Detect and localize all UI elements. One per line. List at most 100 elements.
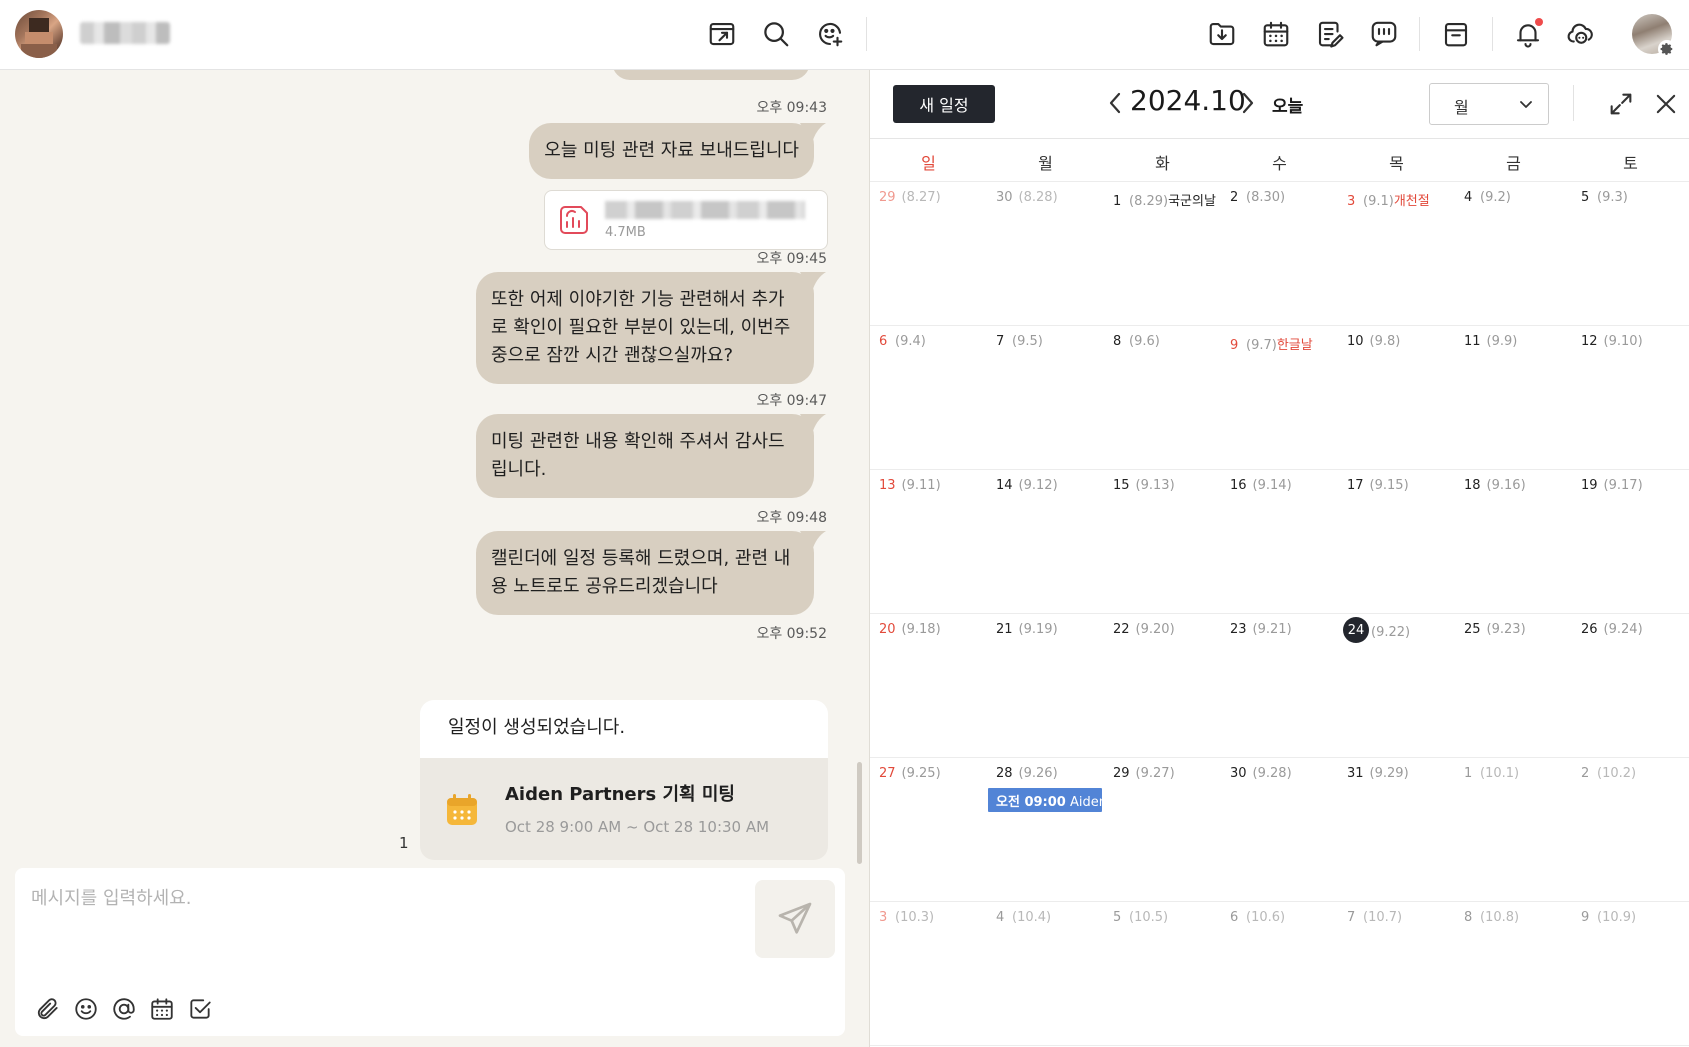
event-created-card[interactable]: 일정이 생성되었습니다. Aiden Partners 기획 미팅 Oct 28…	[420, 700, 828, 860]
settings-gear-icon[interactable]	[1658, 40, 1676, 58]
day-cell[interactable]: 3 (10.3)	[870, 902, 987, 1046]
lunar-date: (9.8)	[1369, 334, 1401, 349]
notification-bell-icon[interactable]	[1510, 16, 1546, 52]
day-cell[interactable]: 16 (9.14)	[1221, 470, 1338, 614]
weekday-label: 일	[921, 154, 936, 173]
note-edit-icon[interactable]	[1312, 16, 1348, 52]
day-cell[interactable]: 14 (9.12)	[987, 470, 1104, 614]
archive-box-icon[interactable]	[1438, 16, 1474, 52]
day-cell[interactable]: 18 (9.16)	[1455, 470, 1572, 614]
file-name-blurred	[605, 201, 805, 219]
date-number: 13	[879, 478, 896, 493]
day-cell[interactable]: 26 (9.24)	[1572, 614, 1689, 758]
message-input[interactable]	[31, 884, 671, 912]
day-cell[interactable]: 6 (9.4)	[870, 326, 987, 470]
message-text: 또한 어제 이야기한 기능 관련해서 추가 로 확인이 필요한 부분이 있는데,…	[491, 289, 791, 366]
chat-partner-avatar[interactable]	[15, 10, 63, 58]
day-cell[interactable]: 30 (8.28)	[987, 182, 1104, 326]
day-cell[interactable]: 7 (9.5)	[987, 326, 1104, 470]
close-icon[interactable]	[1652, 90, 1680, 118]
day-cell[interactable]: 5 (10.5)	[1104, 902, 1221, 1046]
schedule-calendar-icon[interactable]	[147, 994, 177, 1024]
day-cell[interactable]: 5 (9.3)	[1572, 182, 1689, 326]
day-cell[interactable]: 30 (9.28)	[1221, 758, 1338, 902]
day-cell[interactable]: 4 (9.2)	[1455, 182, 1572, 326]
day-cell[interactable]: 31 (9.29)	[1338, 758, 1455, 902]
date-number: 2	[1230, 190, 1239, 205]
message-time: 오후 09:47	[756, 393, 827, 409]
search-icon[interactable]	[758, 16, 794, 52]
day-cell[interactable]: 19 (9.17)	[1572, 470, 1689, 614]
next-month-button[interactable]	[1235, 88, 1261, 118]
today-button[interactable]: 오늘	[1272, 92, 1303, 117]
mention-icon[interactable]	[109, 994, 139, 1024]
chat-scrollbar[interactable]	[857, 762, 862, 864]
cloud-chat-icon[interactable]	[1562, 16, 1598, 52]
day-cell[interactable]: 27 (9.25)	[870, 758, 987, 902]
chat-bubble-icon[interactable]	[1366, 16, 1402, 52]
file-attachment[interactable]: 4.7MB	[544, 190, 828, 250]
day-cell[interactable]: 21 (9.19)	[987, 614, 1104, 758]
date-number: 1	[1113, 194, 1122, 209]
day-cell[interactable]: 9 (9.7)한글날	[1221, 326, 1338, 470]
message-time: 오후 09:52	[756, 626, 827, 642]
day-cell[interactable]: 2 (8.30)	[1221, 182, 1338, 326]
day-cell[interactable]: 1 (10.1)	[1455, 758, 1572, 902]
weekday-label: 토	[1623, 154, 1638, 173]
date-number: 6	[879, 334, 888, 349]
day-cell[interactable]: 11 (9.9)	[1455, 326, 1572, 470]
view-mode-value: 월	[1454, 98, 1469, 117]
event-time-range: Oct 28 9:00 AM ~ Oct 28 10:30 AM	[505, 818, 770, 836]
day-cell[interactable]: 28 (9.26)	[987, 758, 1104, 902]
chevron-down-icon	[1520, 101, 1532, 108]
new-event-button[interactable]: 새 일정	[893, 85, 995, 123]
holiday-label: 한글날	[1276, 338, 1313, 353]
emoji-icon[interactable]	[71, 994, 101, 1024]
day-cell[interactable]: 7 (10.7)	[1338, 902, 1455, 1046]
day-cell[interactable]: 22 (9.20)	[1104, 614, 1221, 758]
date-number: 16	[1230, 478, 1247, 493]
day-cell[interactable]: 10 (9.8)	[1338, 326, 1455, 470]
date-number: 30	[1230, 766, 1247, 781]
lunar-date: (10.9)	[1597, 910, 1637, 925]
day-cell[interactable]: 12 (9.10)	[1572, 326, 1689, 470]
day-cell[interactable]: 15 (9.13)	[1104, 470, 1221, 614]
day-cell[interactable]: 29 (8.27)	[870, 182, 987, 326]
day-cell[interactable]: 29 (9.27)	[1104, 758, 1221, 902]
day-cell[interactable]: 4 (10.4)	[987, 902, 1104, 1046]
message-time: 오후 09:43	[756, 100, 827, 116]
send-button[interactable]	[755, 880, 835, 958]
lunar-date: (10.3)	[895, 910, 935, 925]
date-number: 27	[879, 766, 896, 781]
day-cell[interactable]: 8 (9.6)	[1104, 326, 1221, 470]
day-cell[interactable]: 9 (10.9)	[1572, 902, 1689, 1046]
day-cell[interactable]: 24 (9.22)	[1338, 614, 1455, 758]
day-cell[interactable]: 3 (9.1)개천절	[1338, 182, 1455, 326]
view-mode-select[interactable]: 월	[1429, 83, 1549, 125]
event-title: Aiden Partners 기획 미팅	[505, 784, 735, 805]
expand-icon[interactable]	[1607, 90, 1635, 118]
message-time: 오후 09:45	[756, 251, 827, 267]
add-emoji-chat-icon[interactable]	[812, 16, 848, 52]
prev-month-button[interactable]	[1102, 88, 1128, 118]
calendar-event-chip[interactable]: 오전 09:00 Aiden Partners 기획 미팅	[988, 788, 1102, 812]
date-number: 6	[1230, 910, 1239, 925]
share-window-icon[interactable]	[704, 16, 740, 52]
task-checkbox-icon[interactable]	[185, 994, 215, 1024]
day-cell[interactable]: 8 (10.8)	[1455, 902, 1572, 1046]
date-number: 8	[1464, 910, 1473, 925]
day-cell[interactable]: 20 (9.18)	[870, 614, 987, 758]
attach-file-icon[interactable]	[33, 994, 63, 1024]
day-cell[interactable]: 2 (10.2)	[1572, 758, 1689, 902]
day-cell[interactable]: 6 (10.6)	[1221, 902, 1338, 1046]
day-cell[interactable]: 25 (9.23)	[1455, 614, 1572, 758]
day-cell[interactable]: 1 (8.29)국군의날	[1104, 182, 1221, 326]
lunar-date: (9.22)	[1371, 625, 1411, 640]
date-number: 4	[1464, 190, 1473, 205]
date-number: 29	[879, 190, 896, 205]
day-cell[interactable]: 23 (9.21)	[1221, 614, 1338, 758]
day-cell[interactable]: 17 (9.15)	[1338, 470, 1455, 614]
download-folder-icon[interactable]	[1204, 16, 1240, 52]
calendar-icon[interactable]	[1258, 16, 1294, 52]
day-cell[interactable]: 13 (9.11)	[870, 470, 987, 614]
